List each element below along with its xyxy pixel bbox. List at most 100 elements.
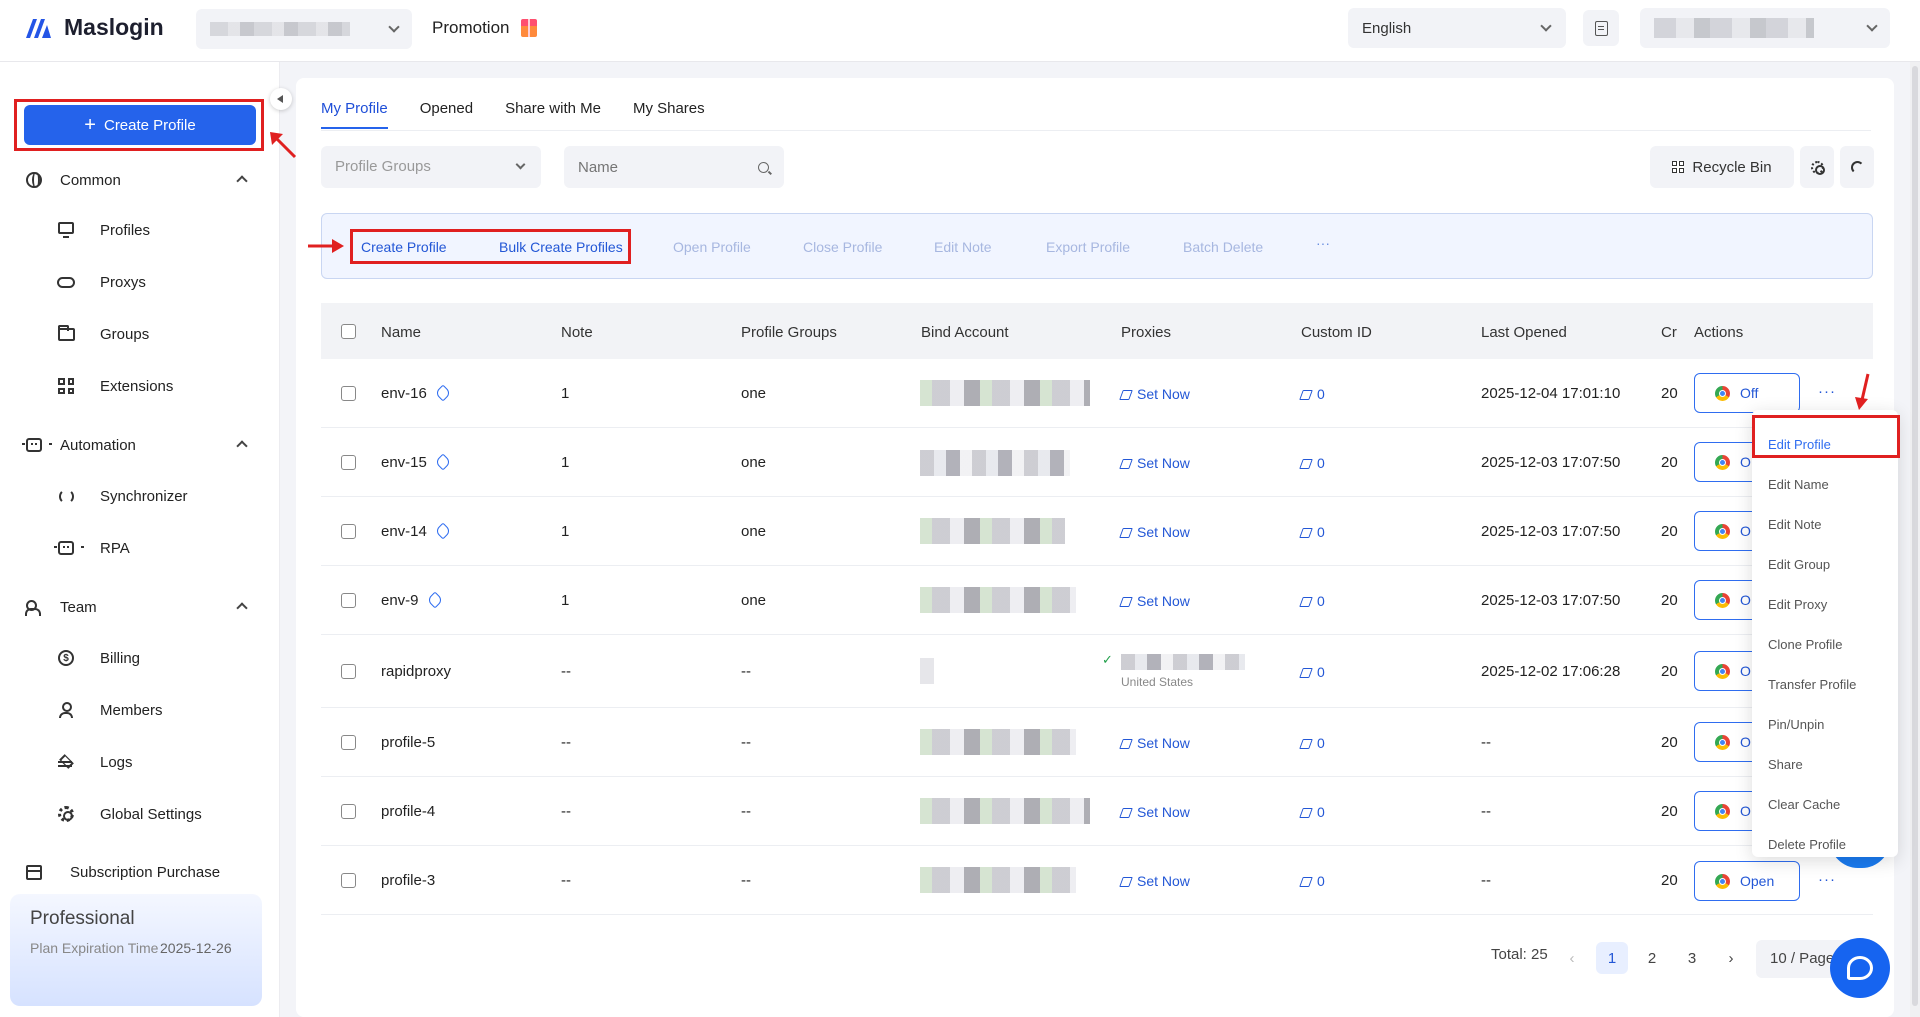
- tab-opened[interactable]: Opened: [420, 100, 473, 129]
- row-checkbox[interactable]: [341, 735, 356, 750]
- sidebar-item-global-settings[interactable]: Global Settings: [56, 804, 202, 824]
- row-checkbox[interactable]: [341, 873, 356, 888]
- sidebar-item-groups[interactable]: Groups: [56, 324, 149, 344]
- sidebar-item-synchronizer[interactable]: Synchronizer: [56, 486, 188, 506]
- pin-icon[interactable]: [434, 384, 452, 402]
- more-actions-button[interactable]: ···: [1316, 235, 1330, 251]
- custom-id-link[interactable]: 0: [1299, 524, 1325, 540]
- menu-item-transfer-profile[interactable]: Transfer Profile: [1768, 677, 1856, 692]
- pagination-page-1[interactable]: 1: [1596, 942, 1628, 974]
- row-more-button[interactable]: ···: [1818, 871, 1836, 888]
- tab-share-with-me[interactable]: Share with Me: [505, 100, 601, 129]
- batch-delete-action[interactable]: Batch Delete: [1183, 239, 1263, 255]
- table-row[interactable]: [321, 708, 1873, 777]
- column-header-custom-id[interactable]: Custom ID: [1301, 324, 1372, 341]
- pagination-page-2[interactable]: 2: [1636, 942, 1668, 974]
- profile-name-cell[interactable]: profile-4: [381, 803, 435, 820]
- profile-name-cell[interactable]: env-15: [381, 453, 452, 471]
- custom-id-link[interactable]: 0: [1299, 386, 1325, 402]
- menu-item-delete-profile[interactable]: Delete Profile: [1768, 837, 1846, 852]
- chat-support-button[interactable]: [1830, 938, 1890, 998]
- export-profile-action[interactable]: Export Profile: [1046, 239, 1130, 255]
- column-header-note[interactable]: Note: [561, 324, 593, 341]
- column-settings-button[interactable]: [1800, 146, 1834, 188]
- scrollbar-thumb[interactable]: [1912, 66, 1918, 1006]
- column-header-name[interactable]: Name: [381, 324, 421, 341]
- menu-item-edit-group[interactable]: Edit Group: [1768, 557, 1830, 572]
- sidebar-section-team[interactable]: Team: [24, 597, 256, 617]
- column-header-proxies[interactable]: Proxies: [1121, 324, 1171, 341]
- pin-icon[interactable]: [434, 522, 452, 540]
- pagination-page-3[interactable]: 3: [1676, 942, 1708, 974]
- table-row[interactable]: [321, 846, 1873, 915]
- select-all-checkbox[interactable]: [341, 324, 356, 339]
- menu-item-pin-unpin[interactable]: Pin/Unpin: [1768, 717, 1824, 732]
- sidebar-item-members[interactable]: Members: [56, 700, 163, 720]
- account-select[interactable]: [1640, 8, 1890, 48]
- custom-id-link[interactable]: 0: [1299, 804, 1325, 820]
- sidebar-item-profiles[interactable]: Profiles: [56, 220, 150, 240]
- table-row[interactable]: [321, 777, 1873, 846]
- profile-name-cell[interactable]: rapidproxy: [381, 663, 451, 680]
- search-icon[interactable]: [758, 162, 769, 173]
- workspace-select[interactable]: [196, 9, 412, 49]
- column-header-profile-groups[interactable]: Profile Groups: [741, 324, 837, 341]
- set-proxy-link[interactable]: Set Now: [1119, 873, 1190, 889]
- app-logo[interactable]: Maslogin: [24, 14, 164, 41]
- plan-card[interactable]: Professional Plan Expiration Time 2025-1…: [10, 894, 262, 1006]
- custom-id-link[interactable]: 0: [1299, 593, 1325, 609]
- name-search-input[interactable]: [564, 146, 784, 188]
- custom-id-link[interactable]: 0: [1299, 873, 1325, 889]
- menu-item-share[interactable]: Share: [1768, 757, 1803, 772]
- row-checkbox[interactable]: [341, 386, 356, 401]
- recycle-bin-button[interactable]: Recycle Bin: [1650, 146, 1794, 188]
- sidebar-item-billing[interactable]: $ Billing: [56, 648, 140, 668]
- table-row[interactable]: [321, 635, 1873, 708]
- sidebar-section-common[interactable]: Common: [24, 170, 256, 190]
- collapse-sidebar-button[interactable]: [270, 88, 292, 110]
- custom-id-link[interactable]: 0: [1299, 455, 1325, 471]
- profile-name-cell[interactable]: env-14: [381, 522, 452, 540]
- edit-note-action[interactable]: Edit Note: [934, 239, 992, 255]
- menu-item-clear-cache[interactable]: Clear Cache: [1768, 797, 1840, 812]
- sidebar-section-automation[interactable]: Automation: [22, 435, 256, 455]
- custom-id-link[interactable]: 0: [1299, 735, 1325, 751]
- column-header-created[interactable]: Cr: [1661, 324, 1677, 341]
- profile-name-cell[interactable]: env-9: [381, 591, 444, 609]
- notes-button[interactable]: [1583, 10, 1619, 46]
- row-checkbox[interactable]: [341, 664, 356, 679]
- set-proxy-link[interactable]: Set Now: [1119, 524, 1190, 540]
- row-more-button[interactable]: ···: [1818, 383, 1836, 400]
- pin-icon[interactable]: [426, 591, 444, 609]
- tab-my-profile[interactable]: My Profile: [321, 100, 388, 129]
- set-proxy-link[interactable]: Set Now: [1119, 593, 1190, 609]
- language-select[interactable]: English: [1348, 8, 1566, 48]
- sidebar-item-proxys[interactable]: Proxys: [56, 272, 146, 292]
- table-row[interactable]: [321, 359, 1873, 428]
- sidebar-item-rpa[interactable]: RPA: [54, 538, 130, 558]
- pagination-next-button[interactable]: ›: [1715, 942, 1747, 974]
- profile-name-cell[interactable]: profile-5: [381, 734, 435, 751]
- menu-item-edit-name[interactable]: Edit Name: [1768, 477, 1829, 492]
- menu-item-clone-profile[interactable]: Clone Profile: [1768, 637, 1842, 652]
- sidebar-item-extensions[interactable]: Extensions: [56, 376, 173, 396]
- set-proxy-link[interactable]: Set Now: [1119, 804, 1190, 820]
- table-row[interactable]: [321, 428, 1873, 497]
- menu-item-edit-proxy[interactable]: Edit Proxy: [1768, 597, 1827, 612]
- column-header-bind-account[interactable]: Bind Account: [921, 324, 1009, 341]
- column-header-last-opened[interactable]: Last Opened: [1481, 324, 1567, 341]
- sidebar-item-logs[interactable]: Logs: [56, 752, 133, 772]
- menu-item-edit-note[interactable]: Edit Note: [1768, 517, 1821, 532]
- profile-name-cell[interactable]: env-16: [381, 384, 452, 402]
- row-checkbox[interactable]: [341, 804, 356, 819]
- row-checkbox[interactable]: [341, 524, 356, 539]
- custom-id-link[interactable]: 0: [1299, 664, 1325, 680]
- profile-name-cell[interactable]: profile-3: [381, 872, 435, 889]
- sidebar-item-subscription-purchase[interactable]: Subscription Purchase: [24, 862, 256, 882]
- row-checkbox[interactable]: [341, 593, 356, 608]
- table-row[interactable]: [321, 566, 1873, 635]
- tab-my-shares[interactable]: My Shares: [633, 100, 705, 129]
- close-profile-action[interactable]: Close Profile: [803, 239, 882, 255]
- toggle-profile-button[interactable]: Off: [1694, 373, 1800, 413]
- pagination-prev-button[interactable]: ‹: [1556, 942, 1588, 974]
